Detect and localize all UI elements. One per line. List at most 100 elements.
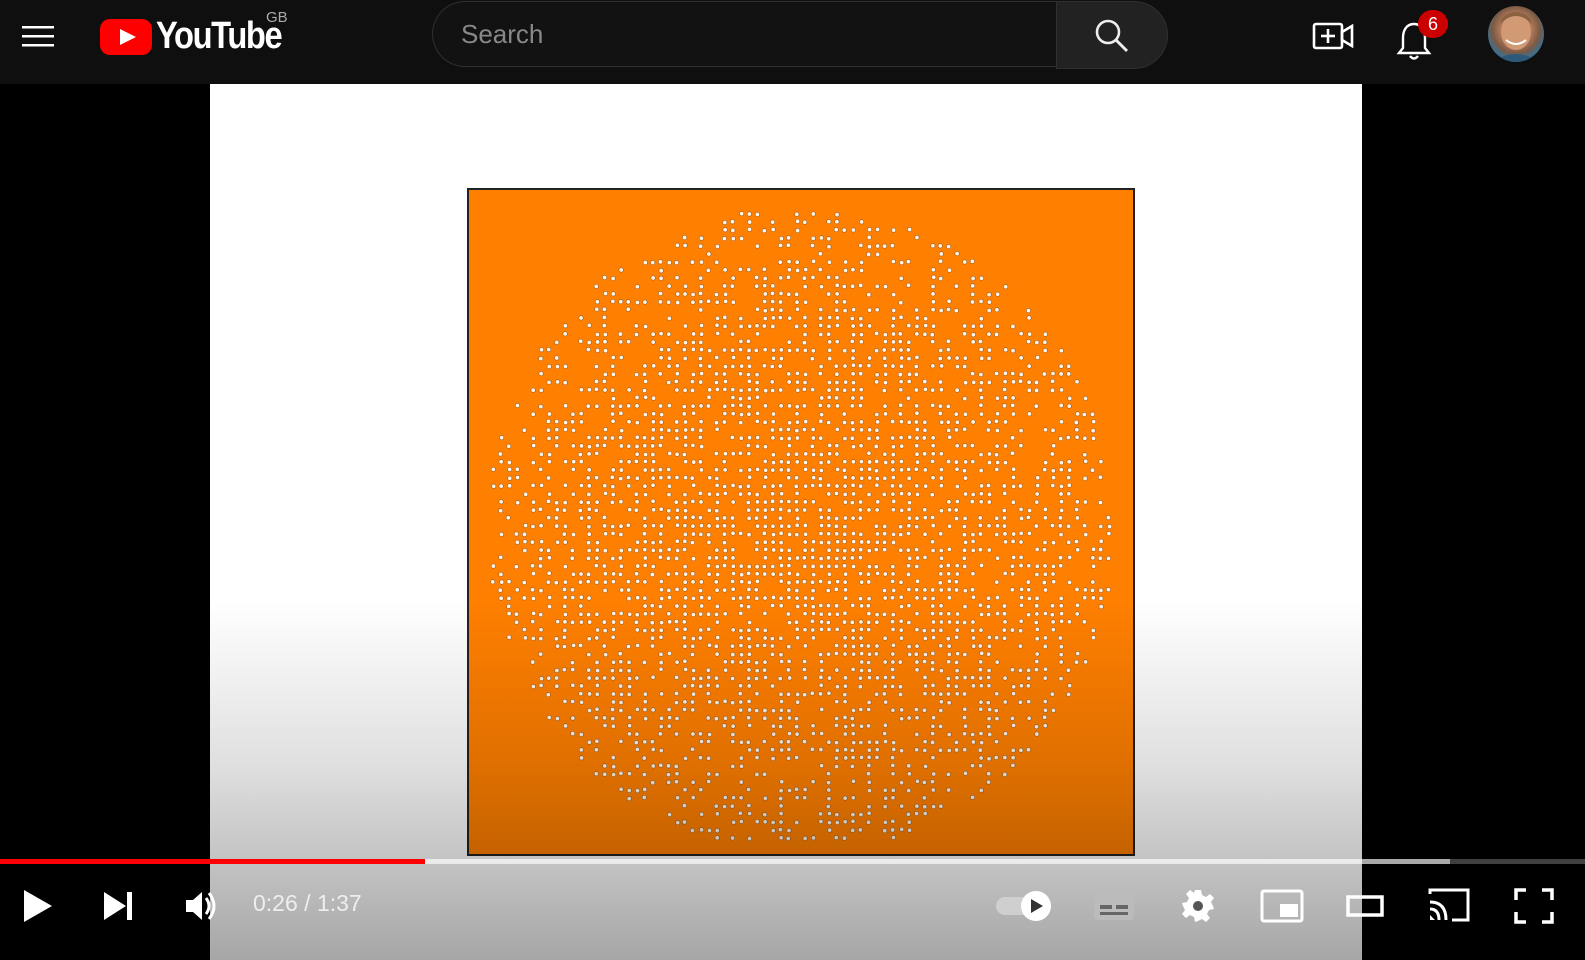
fullscreen-button[interactable]: [1510, 880, 1558, 932]
menu-icon[interactable]: [18, 20, 58, 52]
pattern-dot: [714, 523, 720, 529]
pattern-dot: [946, 298, 952, 304]
pattern-dot: [858, 242, 864, 248]
pattern-dot: [834, 371, 840, 377]
pattern-dot: [1105, 515, 1111, 521]
pattern-dot: [738, 371, 744, 377]
pattern-dot: [1091, 419, 1097, 425]
progress-bar[interactable]: [0, 857, 1585, 865]
pattern-dot: [570, 411, 576, 417]
subtitles-button[interactable]: [1090, 880, 1138, 932]
pattern-dot: [795, 691, 801, 697]
pattern-dot: [1073, 538, 1079, 544]
cast-button[interactable]: [1424, 880, 1476, 932]
pattern-dot: [634, 443, 640, 449]
pattern-dot: [890, 435, 896, 441]
pattern-dot: [929, 492, 935, 498]
pattern-dot: [882, 332, 888, 338]
pattern-dot: [970, 594, 976, 600]
pattern-dot: [994, 531, 1000, 537]
pattern-dot: [657, 442, 663, 448]
pattern-dot: [826, 531, 832, 537]
volume-button[interactable]: [180, 880, 224, 932]
pattern-dot: [786, 267, 792, 273]
pattern-dot: [794, 379, 800, 385]
pattern-dot: [978, 731, 984, 737]
play-button[interactable]: [14, 880, 62, 932]
pattern-dot: [953, 427, 959, 433]
pattern-dot: [609, 668, 615, 674]
pattern-dot: [794, 595, 800, 601]
pattern-dot: [898, 691, 904, 697]
pattern-dot: [954, 364, 960, 370]
pattern-dot: [859, 579, 865, 585]
pattern-dot: [610, 371, 616, 377]
pattern-dot: [922, 595, 928, 601]
pattern-dot: [634, 706, 640, 712]
autoplay-toggle[interactable]: [992, 880, 1056, 932]
pattern-dot: [602, 571, 608, 577]
pattern-dot: [833, 563, 839, 569]
pattern-dot: [659, 596, 665, 602]
pattern-dot: [866, 754, 872, 760]
pattern-dot: [793, 483, 799, 489]
pattern-dot: [771, 547, 777, 553]
pattern-dot: [1025, 683, 1031, 689]
youtube-logo[interactable]: YouTube GB: [100, 9, 300, 57]
pattern-dot: [858, 371, 864, 377]
pattern-dot: [537, 506, 543, 512]
pattern-dot: [610, 530, 616, 536]
pattern-dot: [619, 587, 625, 593]
pattern-dot: [722, 611, 728, 617]
pattern-dot: [881, 691, 887, 697]
pattern-dot: [962, 426, 968, 432]
pattern-dot: [945, 347, 951, 353]
pattern-dot: [826, 811, 832, 817]
pattern-dot: [899, 826, 905, 832]
pattern-dot: [515, 500, 521, 506]
pattern-dot: [970, 538, 976, 544]
pattern-dot: [642, 299, 648, 305]
pattern-dot: [746, 636, 752, 642]
pattern-dot: [929, 332, 935, 338]
pattern-dot: [810, 730, 816, 736]
pattern-dot: [953, 283, 959, 289]
pattern-dot: [682, 515, 688, 521]
pattern-dot: [962, 515, 968, 521]
pattern-dot: [995, 523, 1001, 529]
pattern-dot: [1010, 348, 1016, 354]
pattern-dot: [698, 467, 704, 473]
pattern-dot: [978, 402, 984, 408]
pattern-dot: [658, 291, 664, 297]
pattern-dot: [594, 299, 600, 305]
pattern-dot: [602, 588, 608, 594]
pattern-dot: [1002, 379, 1008, 385]
create-video-button[interactable]: [1308, 16, 1356, 56]
pattern-dot: [530, 659, 536, 665]
search-input[interactable]: [432, 1, 1056, 67]
pattern-dot: [1018, 331, 1024, 337]
create-video-icon: [1312, 22, 1354, 50]
next-button[interactable]: [98, 880, 142, 932]
pattern-dot: [970, 492, 976, 498]
pattern-dot: [731, 795, 737, 801]
pattern-dot: [809, 356, 815, 362]
pattern-dot: [762, 627, 768, 633]
video-frame[interactable]: [210, 84, 1362, 960]
search-button[interactable]: [1056, 1, 1168, 69]
pattern-dot: [538, 588, 544, 594]
theater-mode-button[interactable]: [1342, 880, 1390, 932]
notifications-button[interactable]: 6: [1394, 10, 1458, 62]
pattern-dot: [515, 474, 521, 480]
pattern-dot: [913, 707, 919, 713]
pattern-dot: [729, 283, 735, 289]
pattern-dot: [682, 546, 688, 552]
avatar[interactable]: [1488, 6, 1544, 62]
pattern-dot: [938, 723, 944, 729]
miniplayer-button[interactable]: [1258, 880, 1306, 932]
pattern-dot: [811, 258, 817, 264]
pattern-dot: [715, 491, 721, 497]
pattern-dot: [802, 459, 808, 465]
pattern-dot: [898, 618, 904, 624]
settings-button[interactable]: [1174, 880, 1222, 932]
